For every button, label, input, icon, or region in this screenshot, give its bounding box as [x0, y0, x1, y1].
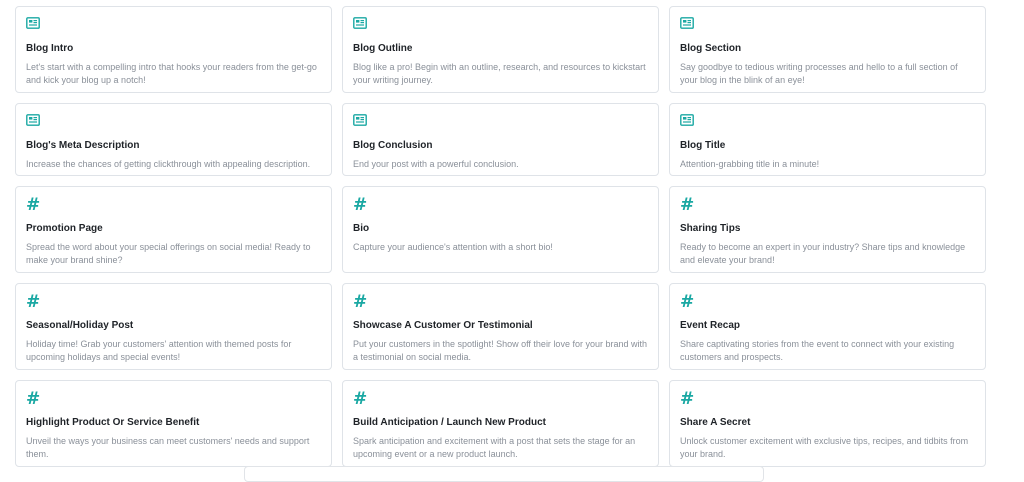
template-row: # Seasonal/Holiday Post Holiday time! Gr…: [15, 283, 987, 370]
card-title: Blog's Meta Description: [26, 140, 140, 151]
card-description: Capture your audience's attention with a…: [353, 242, 553, 252]
template-row: # Promotion Page Spread the word about y…: [15, 186, 987, 273]
card-showcase-customer-testimonial[interactable]: # Showcase A Customer Or Testimonial Put…: [342, 283, 659, 370]
hashtag-icon: #: [680, 389, 695, 409]
card-sharing-tips[interactable]: # Sharing Tips Ready to become an expert…: [669, 186, 986, 273]
card-seasonal-holiday-post[interactable]: # Seasonal/Holiday Post Holiday time! Gr…: [15, 283, 332, 370]
hashtag-icon: #: [680, 292, 695, 312]
newspaper-icon: [353, 17, 648, 34]
card-description: Spark anticipation and excitement with a…: [353, 436, 636, 459]
card-event-recap[interactable]: # Event Recap Share captivating stories …: [669, 283, 986, 370]
template-row: Blog Intro Let's start with a compelling…: [15, 6, 987, 93]
card-description: Holiday time! Grab your customers' atten…: [26, 339, 292, 362]
hashtag-icon: #: [26, 195, 41, 215]
card-description: End your post with a powerful conclusion…: [353, 159, 519, 169]
card-description: Blog like a pro! Begin with an outline, …: [353, 62, 646, 85]
card-bio[interactable]: # Bio Capture your audience's attention …: [342, 186, 659, 273]
card-title: Build Anticipation / Launch New Product: [353, 417, 546, 428]
card-description: Attention-grabbing title in a minute!: [680, 159, 820, 169]
card-blog-conclusion[interactable]: Blog Conclusion End your post with a pow…: [342, 103, 659, 176]
card-blog-intro[interactable]: Blog Intro Let's start with a compelling…: [15, 6, 332, 93]
template-grid: Blog Intro Let's start with a compelling…: [15, 6, 987, 477]
card-blog-title[interactable]: Blog Title Attention-grabbing title in a…: [669, 103, 986, 176]
hashtag-icon: #: [680, 195, 695, 215]
template-row: Blog's Meta Description Increase the cha…: [15, 103, 987, 176]
hashtag-icon: #: [353, 292, 368, 312]
newspaper-icon: [680, 114, 975, 131]
newspaper-icon: [26, 114, 321, 131]
card-title: Blog Intro: [26, 43, 74, 54]
card-description: Let's start with a compelling intro that…: [26, 62, 317, 85]
card-title: Promotion Page: [26, 223, 103, 234]
card-title: Blog Title: [680, 140, 726, 151]
card-blog-meta-description[interactable]: Blog's Meta Description Increase the cha…: [15, 103, 332, 176]
card-promotion-page[interactable]: # Promotion Page Spread the word about y…: [15, 186, 332, 273]
card-title: Seasonal/Holiday Post: [26, 320, 134, 331]
card-title: Share A Secret: [680, 417, 751, 428]
card-description: Increase the chances of getting clickthr…: [26, 159, 311, 169]
card-description: Ready to become an expert in your indust…: [680, 242, 966, 265]
card-title: Event Recap: [680, 320, 741, 331]
template-row: # Highlight Product Or Service Benefit U…: [15, 380, 987, 467]
card-title: Blog Conclusion: [353, 140, 433, 151]
bottom-input-bar[interactable]: [244, 466, 764, 482]
card-description: Say goodbye to tedious writing processes…: [680, 62, 958, 85]
card-title: Showcase A Customer Or Testimonial: [353, 320, 533, 331]
card-share-a-secret[interactable]: # Share A Secret Unlock customer excitem…: [669, 380, 986, 467]
card-title: Sharing Tips: [680, 223, 741, 234]
hashtag-icon: #: [26, 292, 41, 312]
card-highlight-product-benefit[interactable]: # Highlight Product Or Service Benefit U…: [15, 380, 332, 467]
card-title: Blog Section: [680, 43, 742, 54]
hashtag-icon: #: [353, 195, 368, 215]
card-build-anticipation[interactable]: # Build Anticipation / Launch New Produc…: [342, 380, 659, 467]
hashtag-icon: #: [353, 389, 368, 409]
card-description: Unveil the ways your business can meet c…: [26, 436, 310, 459]
newspaper-icon: [353, 114, 648, 131]
card-description: Unlock customer excitement with exclusiv…: [680, 436, 969, 459]
card-blog-outline[interactable]: Blog Outline Blog like a pro! Begin with…: [342, 6, 659, 93]
card-description: Put your customers in the spotlight! Sho…: [353, 339, 647, 362]
card-title: Highlight Product Or Service Benefit: [26, 417, 200, 428]
newspaper-icon: [26, 17, 321, 34]
hashtag-icon: #: [26, 389, 41, 409]
card-title: Blog Outline: [353, 43, 413, 54]
card-blog-section[interactable]: Blog Section Say goodbye to tedious writ…: [669, 6, 986, 93]
card-title: Bio: [353, 223, 370, 234]
newspaper-icon: [680, 17, 975, 34]
card-description: Spread the word about your special offer…: [26, 242, 311, 265]
card-description: Share captivating stories from the event…: [680, 339, 955, 362]
